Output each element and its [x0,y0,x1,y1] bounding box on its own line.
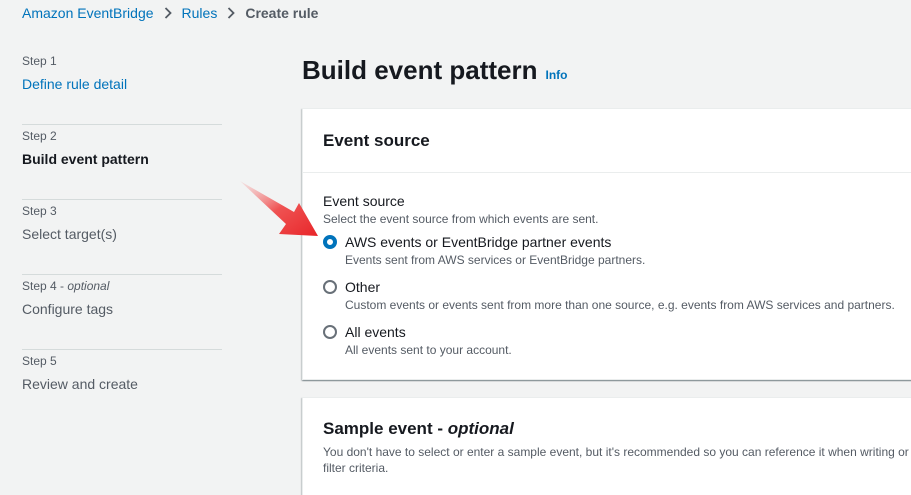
radio-all-events[interactable]: All events All events sent to your accou… [323,323,901,358]
sample-event-panel: Sample event - optional You don't have t… [302,397,911,495]
panel-title: Event source [323,131,430,150]
breadcrumb: Amazon EventBridge Rules Create rule [22,4,318,22]
wizard-step-3: Step 3 Select target(s) [22,200,222,275]
wizard-step-1: Step 1 Define rule detail [22,50,222,125]
breadcrumb-rules[interactable]: Rules [182,5,218,21]
step-current-build-event-pattern: Build event pattern [22,151,149,167]
field-description: Select the event source from which event… [323,212,599,226]
panel-title: Sample event - optional [323,419,514,438]
step-number: Step 1 [22,54,57,68]
event-source-panel: Event source Event source Select the eve… [302,108,911,380]
breadcrumb-eventbridge[interactable]: Amazon EventBridge [22,5,154,21]
breadcrumb-create-rule: Create rule [245,5,319,21]
info-link[interactable]: Info [545,59,567,91]
radio-button[interactable] [323,325,337,339]
step-title-review-and-create: Review and create [22,376,138,392]
radio-button[interactable] [323,280,337,294]
step-number: Step 5 [22,354,57,368]
chevron-right-icon [164,7,172,19]
field-label: Event source [323,193,405,209]
wizard-step-5: Step 5 Review and create [22,350,222,425]
wizard-step-2: Step 2 Build event pattern [22,125,222,200]
radio-other[interactable]: Other Custom events or events sent from … [323,278,901,313]
page-title: Build event pattern Info [302,54,567,91]
radio-description: Events sent from AWS services or EventBr… [345,253,646,267]
chevron-right-icon [227,7,236,19]
panel-body: Event source Select the event source fro… [303,173,911,358]
panel-header: Event source [303,109,911,173]
radio-aws-events[interactable]: AWS events or EventBridge partner events… [323,233,901,268]
step-link-define-rule-detail[interactable]: Define rule detail [22,75,222,93]
radio-label[interactable]: Other [345,278,895,296]
radio-button-selected[interactable] [323,235,337,249]
radio-label[interactable]: AWS events or EventBridge partner events [345,233,645,251]
red-arrow-icon [240,181,318,236]
step-number: Step 3 [22,204,57,218]
radio-description: All events sent to your account. [345,343,512,357]
panel-description: You don't have to select or enter a samp… [323,445,909,475]
step-title-select-targets: Select target(s) [22,226,117,242]
step-number: Step 2 [22,129,57,143]
step-title-configure-tags: Configure tags [22,301,114,317]
wizard-step-4: Step 4 - optional Configure tags [22,275,222,350]
radio-description: Custom events or events sent from more t… [345,298,895,312]
wizard-steps: Step 1 Define rule detail Step 2 Build e… [22,50,222,425]
radio-label[interactable]: All events [345,323,512,341]
step-number: Step 4 - optional [22,279,110,293]
